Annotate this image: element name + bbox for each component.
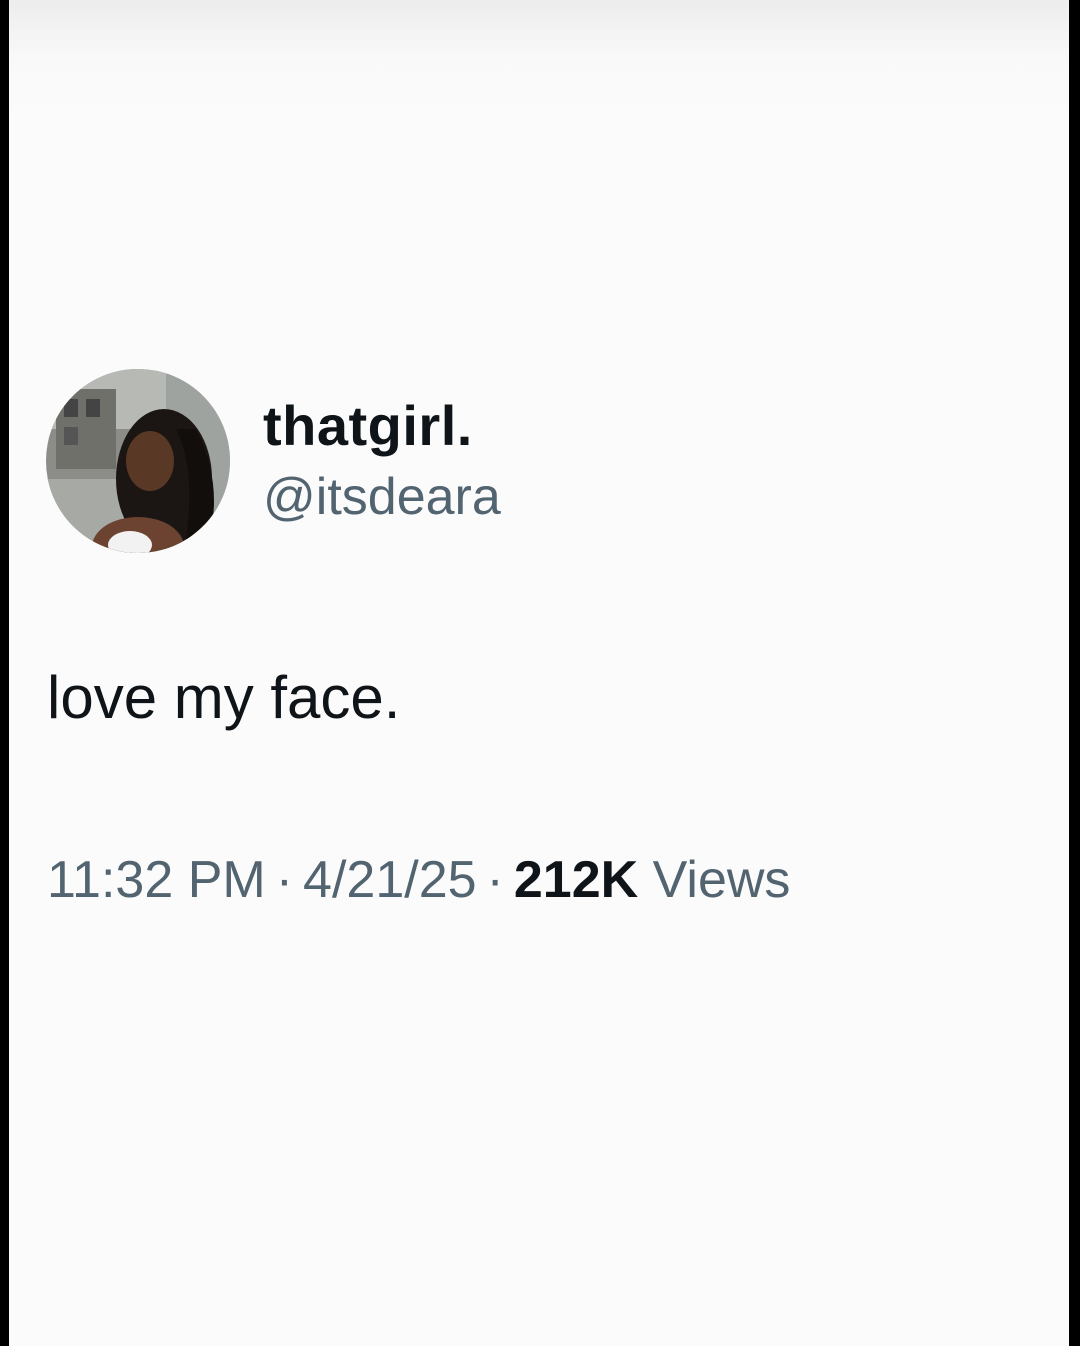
avatar[interactable] — [46, 369, 230, 553]
tweet-card: thatgirl. @itsdeara love my face. 11:32 … — [9, 0, 1069, 1346]
views-count: 212K — [513, 851, 639, 909]
views-label: Views — [652, 851, 791, 909]
display-name[interactable]: thatgirl. — [263, 394, 501, 458]
separator-dot: · — [275, 851, 294, 909]
avatar-photo — [46, 369, 230, 553]
author-names: thatgirl. @itsdeara — [263, 394, 501, 528]
tweet-text: love my face. — [47, 664, 401, 731]
separator-dot: · — [486, 851, 504, 909]
tweet-date[interactable]: 4/21/25 — [303, 851, 477, 909]
tweet-meta: 11:32 PM · 4/21/25 · 212K Views — [47, 848, 790, 912]
tweet-time[interactable]: 11:32 PM — [47, 851, 266, 909]
tweet-header: thatgirl. @itsdeara — [46, 369, 501, 553]
user-handle[interactable]: @itsdeara — [263, 466, 501, 528]
